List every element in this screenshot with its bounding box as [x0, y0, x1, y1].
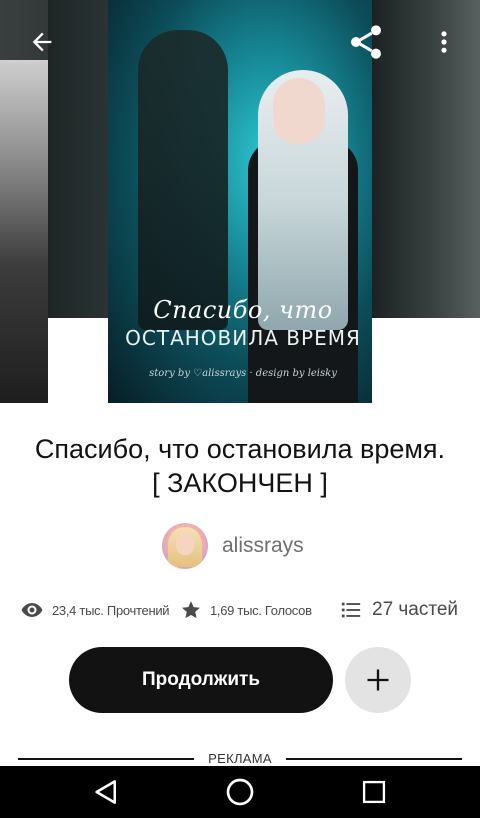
back-button[interactable]: [22, 22, 62, 62]
main-cover-image[interactable]: Спасибо, что ОСТАНОВИЛА ВРЕМЯ story by ♡…: [108, 0, 372, 403]
system-home-button[interactable]: [222, 774, 258, 810]
cover-figure-face: [273, 78, 325, 144]
story-title: Спасибо, что остановила время. [ ЗАКОНЧЕ…: [34, 434, 446, 498]
cover-figure-man: [138, 30, 228, 330]
cover-title-line2: ОСТАНОВИЛА ВРЕМЯ: [125, 326, 361, 350]
parts-count[interactable]: 27 частей: [372, 599, 458, 621]
avatar[interactable]: [162, 523, 208, 569]
reads-count: 23,4 тыс. Прочтений: [52, 602, 170, 618]
previous-cover[interactable]: [0, 60, 48, 403]
cover-credit: story by ♡alissrays · design by leisky: [149, 368, 337, 379]
ad-label: РЕКЛАМА: [208, 751, 272, 766]
avatar-face: [176, 533, 194, 555]
cover-title-line1: Спасибо, что: [153, 296, 333, 324]
plus-icon: [367, 669, 389, 691]
nav-home-icon: [226, 778, 254, 806]
parts-stat[interactable]: 27 частей: [340, 596, 458, 624]
share-icon: [351, 25, 381, 59]
votes-count: 1,69 тыс. Голосов: [210, 602, 312, 618]
more-options-button[interactable]: [424, 22, 464, 62]
divider-line-right: [286, 758, 462, 760]
reads-stat: 23,4 тыс. Прочтений: [20, 596, 170, 624]
system-recent-apps-button[interactable]: [356, 774, 392, 810]
ad-divider: РЕКЛАМА: [18, 751, 462, 766]
star-icon: [182, 601, 200, 619]
add-to-library-button[interactable]: [345, 647, 411, 713]
author-name[interactable]: alissrays: [222, 534, 304, 558]
list-icon: [341, 602, 361, 618]
votes-stat: 1,69 тыс. Голосов: [180, 596, 312, 624]
eye-icon: [21, 603, 43, 617]
nav-back-icon: [95, 780, 116, 804]
cover-carousel[interactable]: Спасибо, что ОСТАНОВИЛА ВРЕМЯ story by ♡…: [0, 0, 480, 403]
nav-recent-icon: [362, 780, 386, 804]
arrow-left-icon: [32, 32, 52, 52]
system-nav-bar: [0, 766, 480, 818]
story-stats: 23,4 тыс. Прочтений 1,69 тыс. Голосов 27…: [0, 596, 480, 624]
more-vertical-icon: [441, 31, 447, 53]
divider-line-left: [18, 758, 194, 760]
system-back-button[interactable]: [88, 774, 124, 810]
author-link[interactable]: alissrays: [162, 523, 304, 569]
continue-reading-button[interactable]: Продолжить: [69, 647, 333, 713]
share-button[interactable]: [346, 22, 386, 62]
